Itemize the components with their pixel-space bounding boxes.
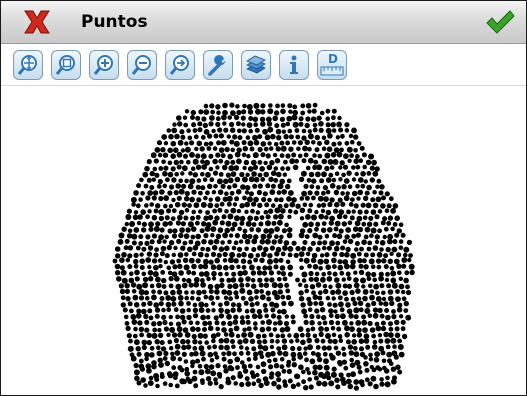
distance-label: D <box>328 52 338 66</box>
distance-measure-button[interactable]: D <box>317 50 347 80</box>
close-button[interactable] <box>7 7 67 37</box>
settings-button[interactable] <box>203 50 233 80</box>
zoom-out-button[interactable] <box>127 50 157 80</box>
ok-button[interactable] <box>480 7 520 37</box>
layers-button[interactable] <box>241 50 271 80</box>
zoom-window-icon <box>55 55 75 75</box>
red-x-icon <box>24 10 50 34</box>
title-bar: Puntos <box>1 1 526 44</box>
zoom-window-button[interactable] <box>51 50 81 80</box>
point-cloud-dots <box>112 102 415 391</box>
zoom-previous-icon <box>169 55 189 75</box>
green-check-icon <box>486 10 515 34</box>
puntos-window: Puntos D <box>0 0 527 396</box>
info-button[interactable] <box>279 50 309 80</box>
window-title: Puntos <box>81 12 148 32</box>
zoom-in-icon <box>93 55 113 75</box>
point-cloud-view[interactable] <box>1 86 526 395</box>
zoom-previous-button[interactable] <box>165 50 195 80</box>
toolbar: D <box>1 44 526 86</box>
point-cloud <box>112 102 415 391</box>
zoom-extents-button[interactable] <box>13 50 43 80</box>
zoom-in-button[interactable] <box>89 50 119 80</box>
zoom-out-icon <box>131 55 151 75</box>
layers-icon <box>246 55 266 74</box>
settings-wrench-icon <box>208 55 226 76</box>
zoom-extents-icon <box>17 55 37 75</box>
info-icon <box>290 55 298 74</box>
